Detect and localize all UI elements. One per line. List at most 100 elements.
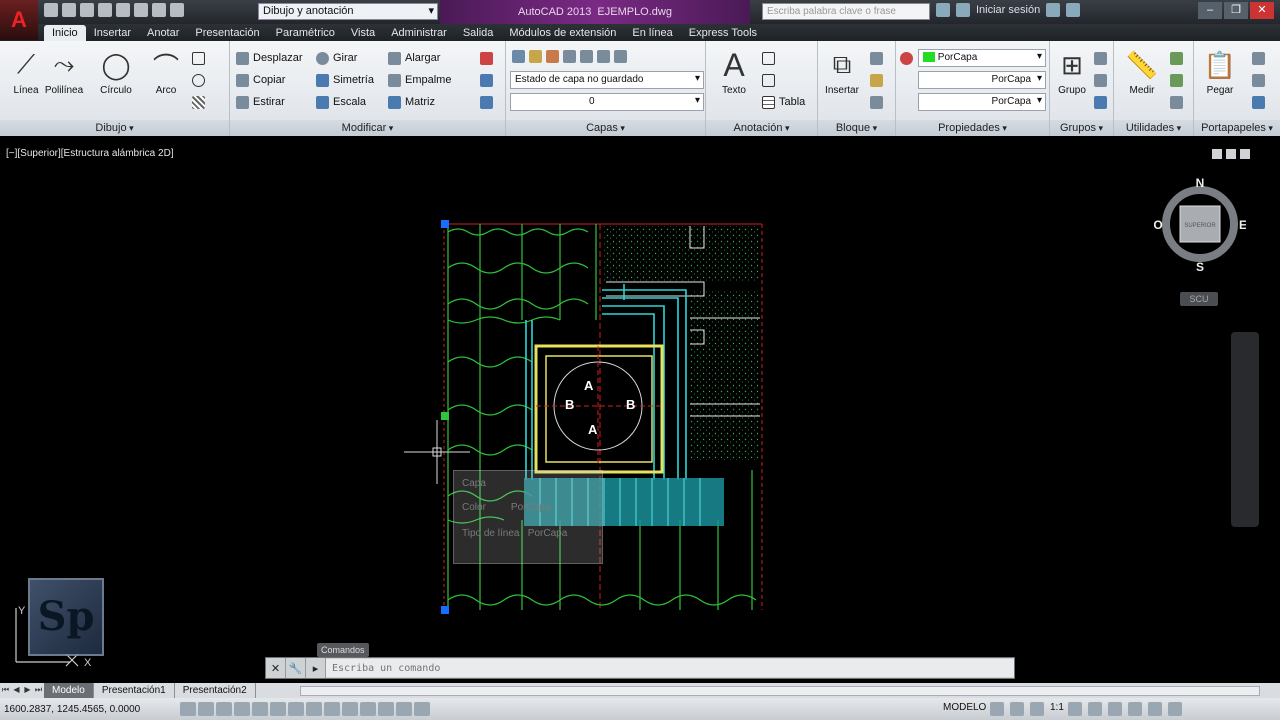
create-block-tool[interactable] bbox=[870, 49, 883, 67]
grip-middle[interactable] bbox=[441, 412, 449, 420]
copy-clip-tool[interactable] bbox=[1252, 71, 1265, 89]
layer-state-select[interactable]: Estado de capa no guardado bbox=[510, 71, 704, 89]
tab-administrar[interactable]: Administrar bbox=[383, 25, 455, 41]
3d-osnap-icon[interactable] bbox=[288, 702, 304, 716]
tab-salida[interactable]: Salida bbox=[455, 25, 502, 41]
calculator-tool[interactable] bbox=[1170, 93, 1183, 111]
first-layout-icon[interactable]: ⏮ bbox=[0, 685, 11, 696]
lock-icon[interactable] bbox=[1107, 702, 1122, 716]
paste-tool[interactable]: 📋 Pegar bbox=[1196, 45, 1244, 97]
circle-tool[interactable]: ◯ Círculo bbox=[92, 45, 140, 97]
quick-properties-icon[interactable] bbox=[396, 702, 412, 716]
compass-east[interactable]: E bbox=[1239, 218, 1246, 232]
quick-view-drawings-icon[interactable] bbox=[1010, 702, 1024, 716]
leader-tool[interactable] bbox=[762, 71, 775, 89]
erase-tool[interactable] bbox=[480, 49, 493, 67]
tab-insertar[interactable]: Insertar bbox=[86, 25, 139, 41]
wcs-menu[interactable]: SCU bbox=[1180, 292, 1218, 306]
group-select-tool[interactable] bbox=[1094, 93, 1107, 111]
layout-tab-modelo[interactable]: Modelo bbox=[44, 683, 94, 698]
lineweight-select[interactable]: PorCapa bbox=[918, 93, 1046, 111]
color-select[interactable]: PorCapa bbox=[918, 49, 1046, 67]
ortho-icon[interactable] bbox=[234, 702, 250, 716]
otrack-icon[interactable] bbox=[306, 702, 322, 716]
binoculars-icon[interactable] bbox=[936, 3, 950, 17]
application-menu-button[interactable]: A bbox=[0, 0, 38, 40]
workspace-switch-icon[interactable] bbox=[1087, 702, 1102, 716]
layer-icon[interactable] bbox=[529, 49, 542, 63]
infer-constraints-icon[interactable] bbox=[180, 702, 196, 716]
tab-anotar[interactable]: Anotar bbox=[139, 25, 187, 41]
annotation-scale-icon[interactable] bbox=[1030, 702, 1044, 716]
edit-block-tool[interactable] bbox=[870, 71, 883, 89]
tab-inicio[interactable]: Inicio bbox=[44, 25, 86, 41]
compass-south[interactable]: S bbox=[1196, 260, 1204, 272]
annotation-scale-value[interactable]: 1:1 bbox=[1050, 702, 1064, 716]
array-tool[interactable]: Matriz bbox=[388, 93, 435, 111]
panel-label-bloque[interactable]: Bloque bbox=[818, 120, 895, 136]
isolate-objects-icon[interactable] bbox=[1147, 702, 1162, 716]
cloud-icon[interactable] bbox=[116, 3, 130, 17]
layer-select[interactable]: 0 bbox=[510, 93, 704, 111]
compass-west[interactable]: O bbox=[1154, 218, 1163, 232]
osnap-icon[interactable] bbox=[270, 702, 286, 716]
panel-label-capas[interactable]: Capas bbox=[506, 120, 705, 136]
layer-off-icon[interactable] bbox=[563, 49, 576, 63]
minimize-button[interactable]: – bbox=[1198, 2, 1222, 19]
tab-presentacion[interactable]: Presentación bbox=[187, 25, 267, 41]
ellipse-tool[interactable] bbox=[192, 71, 205, 89]
scale-tool[interactable]: Escala bbox=[316, 93, 366, 111]
panel-label-portapapeles[interactable]: Portapapeles bbox=[1194, 120, 1280, 136]
grip-top[interactable] bbox=[441, 220, 449, 228]
dimension-tool[interactable] bbox=[762, 49, 775, 67]
stretch-tool[interactable]: Estirar bbox=[236, 93, 285, 111]
signin-link[interactable]: Iniciar sesión bbox=[976, 4, 1040, 16]
workspace-select[interactable]: Dibujo y anotación bbox=[258, 3, 438, 20]
rectangle-tool[interactable] bbox=[192, 49, 205, 67]
next-layout-icon[interactable]: ▶ bbox=[22, 685, 33, 696]
polyline-tool[interactable]: ⤳ Polilínea bbox=[40, 45, 88, 96]
compass-north[interactable]: N bbox=[1196, 176, 1205, 190]
command-input[interactable] bbox=[326, 659, 1014, 677]
tab-en-linea[interactable]: En línea bbox=[624, 25, 680, 41]
exchange-icon[interactable] bbox=[1046, 3, 1061, 17]
tab-vista[interactable]: Vista bbox=[343, 25, 383, 41]
coordinates-readout[interactable]: 1600.2837, 1245.4565, 0.0000 bbox=[0, 704, 180, 715]
table-tool[interactable]: Tabla bbox=[762, 93, 805, 111]
customize-icon[interactable]: 🔧 bbox=[286, 658, 306, 678]
copy-tool[interactable]: Copiar bbox=[236, 71, 285, 89]
layer-isolate-icon[interactable] bbox=[580, 49, 593, 63]
quick-select-tool[interactable] bbox=[1170, 49, 1183, 67]
cad-drawing[interactable]: A A B B Y X bbox=[0, 136, 1280, 683]
clean-screen-icon[interactable] bbox=[1167, 702, 1182, 716]
layout-tab-presentacion1[interactable]: Presentación1 bbox=[94, 683, 175, 698]
save-as-icon[interactable] bbox=[98, 3, 112, 17]
offset-tool[interactable] bbox=[480, 93, 493, 111]
mirror-tool[interactable]: Simetría bbox=[316, 71, 374, 89]
new-icon[interactable] bbox=[44, 3, 58, 17]
snap-icon[interactable] bbox=[198, 702, 214, 716]
match-properties-tool[interactable] bbox=[900, 49, 913, 67]
hardware-acceleration-icon[interactable] bbox=[1127, 702, 1142, 716]
cut-tool[interactable] bbox=[1252, 49, 1265, 67]
horizontal-scrollbar[interactable] bbox=[300, 686, 1260, 696]
match-prop-tool[interactable] bbox=[1252, 93, 1265, 111]
panel-label-grupos[interactable]: Grupos bbox=[1050, 120, 1113, 136]
layer-lock-icon[interactable] bbox=[614, 49, 627, 63]
layer-properties-icon[interactable] bbox=[512, 49, 525, 63]
layer-freeze-icon[interactable] bbox=[597, 49, 610, 63]
group-edit-tool[interactable] bbox=[1094, 71, 1107, 89]
hatch-tool[interactable] bbox=[192, 93, 205, 111]
dyn-icon[interactable] bbox=[342, 702, 358, 716]
extend-tool[interactable]: Alargar bbox=[388, 49, 440, 67]
viewcube[interactable]: SUPERIOR N S E O bbox=[1154, 176, 1246, 272]
panel-label-dibujo[interactable]: Dibujo bbox=[0, 120, 229, 136]
save-icon[interactable] bbox=[80, 3, 94, 17]
last-layout-icon[interactable]: ⏭ bbox=[33, 685, 44, 696]
maximize-button[interactable]: ❐ bbox=[1224, 2, 1248, 19]
attribute-tool[interactable] bbox=[870, 93, 883, 111]
tab-modulos[interactable]: Módulos de extensión bbox=[501, 25, 624, 41]
layer-match-icon[interactable] bbox=[546, 49, 559, 63]
help-icon[interactable] bbox=[1066, 3, 1081, 17]
search-input[interactable]: Escriba palabra clave o frase bbox=[762, 3, 930, 20]
